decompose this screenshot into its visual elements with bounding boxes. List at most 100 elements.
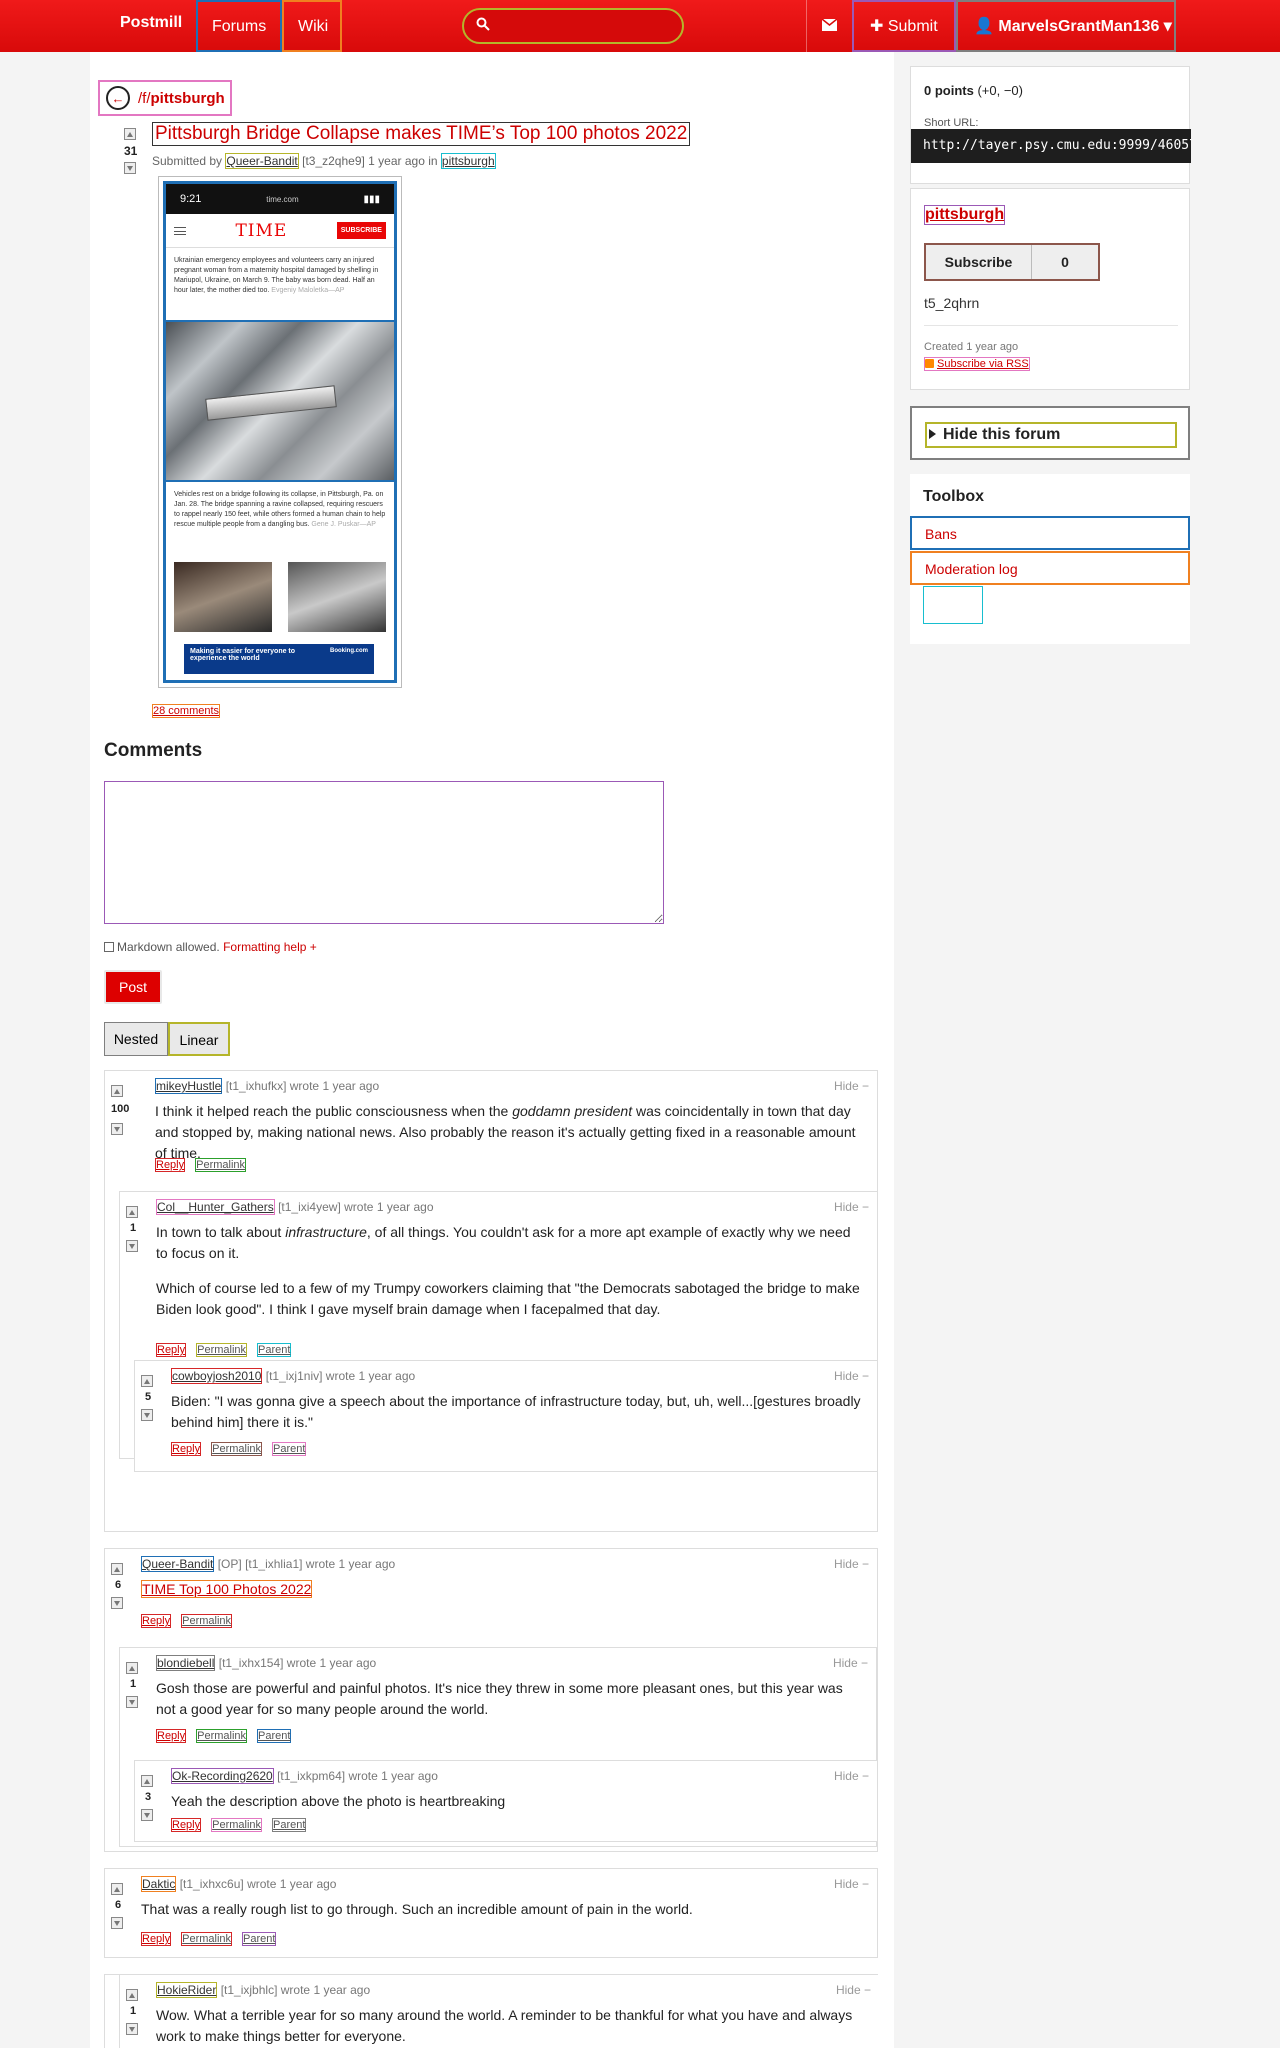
comment-age: 1 year ago bbox=[338, 1557, 396, 1571]
comment-score: 6 bbox=[115, 1579, 122, 1591]
comments-count-link[interactable]: 28 comments bbox=[152, 704, 221, 718]
reply-link[interactable]: Reply bbox=[156, 1343, 187, 1357]
reply-link[interactable]: Reply bbox=[156, 1729, 187, 1743]
sidebar-forum-link[interactable]: pittsburgh bbox=[924, 205, 1006, 225]
reply-link[interactable]: Reply bbox=[155, 1158, 186, 1172]
permalink-link[interactable]: Permalink bbox=[196, 1729, 248, 1743]
hide-comment-link[interactable]: Hide − bbox=[833, 1656, 868, 1670]
comment-textarea[interactable] bbox=[104, 781, 664, 924]
comment-downvote-button[interactable] bbox=[111, 1123, 123, 1135]
hide-comment-link[interactable]: Hide − bbox=[834, 1200, 869, 1214]
submit-button[interactable]: ✚ Submit bbox=[852, 0, 956, 52]
permalink-link[interactable]: Permalink bbox=[181, 1614, 233, 1628]
comment-score: 1 bbox=[130, 2005, 137, 2017]
hide-comment-link[interactable]: Hide − bbox=[834, 1769, 869, 1783]
post-title-link[interactable]: Pittsburgh Bridge Collapse makes TIME’s … bbox=[152, 122, 691, 146]
comment-upvote-button[interactable] bbox=[141, 1775, 153, 1787]
comment-actions: Reply Permalink bbox=[155, 1158, 256, 1172]
comment-author-link[interactable]: Queer-Bandit bbox=[141, 1556, 215, 1572]
reply-link[interactable]: Reply bbox=[171, 1442, 202, 1456]
reply-link[interactable]: Reply bbox=[141, 1932, 172, 1946]
comment-author-link[interactable]: mikeyHustle bbox=[155, 1078, 223, 1094]
user-menu-button[interactable]: 👤 MarvelsGrantMan136 ▾ bbox=[956, 0, 1176, 52]
comment-upvote-button[interactable] bbox=[126, 1989, 138, 2001]
permalink-link[interactable]: Permalink bbox=[195, 1158, 247, 1172]
comment-age: 1 year ago bbox=[381, 1769, 438, 1783]
permalink-link[interactable]: Permalink bbox=[196, 1343, 248, 1357]
bans-link[interactable]: Bans bbox=[910, 516, 1190, 550]
post-comment-button[interactable]: Post bbox=[104, 970, 162, 1004]
comment-downvote-button[interactable] bbox=[111, 1917, 123, 1929]
divider bbox=[924, 325, 1178, 326]
comment-upvote-button[interactable] bbox=[126, 1206, 138, 1218]
permalink-link[interactable]: Permalink bbox=[211, 1818, 263, 1832]
toolbox-empty-slot[interactable] bbox=[923, 586, 983, 624]
comment-downvote-button[interactable] bbox=[141, 1409, 153, 1421]
comment-thread: 100 mikeyHustle [t1_ixhufkx] wrote 1 yea… bbox=[104, 1070, 878, 1532]
signal-icon: ▮▮▮ bbox=[363, 193, 380, 205]
comment-upvote-button[interactable] bbox=[111, 1883, 123, 1895]
comment-reply: 1 Col__Hunter_Gathers [t1_ixi4yew] wrote… bbox=[119, 1191, 878, 1472]
hide-comment-link[interactable]: Hide − bbox=[834, 1557, 869, 1571]
comment-upvote-button[interactable] bbox=[141, 1375, 153, 1387]
parent-link[interactable]: Parent bbox=[257, 1729, 292, 1743]
back-to-forum-link[interactable]: ← /f/pittsburgh bbox=[98, 80, 232, 116]
subscribe-group: Subscribe 0 bbox=[924, 243, 1100, 281]
permalink-link[interactable]: Permalink bbox=[181, 1932, 233, 1946]
view-linear-button[interactable]: Linear bbox=[168, 1022, 230, 1056]
comment-id: [t1_ixhufkx] bbox=[225, 1079, 287, 1093]
comment-downvote-button[interactable] bbox=[126, 1696, 138, 1708]
reply-link[interactable]: Reply bbox=[141, 1614, 172, 1628]
comment-author-link[interactable]: Col__Hunter_Gathers bbox=[156, 1199, 275, 1215]
time-logo: TIME bbox=[235, 220, 288, 241]
parent-link[interactable]: Parent bbox=[242, 1932, 277, 1946]
comment-author-link[interactable]: HokieRider bbox=[156, 1982, 218, 1998]
post-upvote-button[interactable] bbox=[124, 128, 136, 140]
menu-icon bbox=[174, 226, 186, 235]
comment-upvote-button[interactable] bbox=[111, 1563, 123, 1575]
hide-comment-link[interactable]: Hide − bbox=[834, 1079, 869, 1093]
comment-author-link[interactable]: Ok-Recording2620 bbox=[171, 1768, 274, 1784]
post-forum-link[interactable]: pittsburgh bbox=[440, 153, 496, 169]
parent-link[interactable]: Parent bbox=[272, 1442, 307, 1456]
hide-comment-link[interactable]: Hide − bbox=[834, 1369, 869, 1383]
nav-forums-link[interactable]: Forums bbox=[196, 0, 282, 52]
reply-link[interactable]: Reply bbox=[171, 1818, 202, 1832]
view-nested-button[interactable]: Nested bbox=[104, 1022, 168, 1056]
moderation-log-link[interactable]: Moderation log bbox=[910, 551, 1190, 585]
comment-upvote-button[interactable] bbox=[126, 1662, 138, 1674]
subscribe-button[interactable]: Subscribe bbox=[926, 245, 1032, 279]
comment-score: 5 bbox=[145, 1391, 152, 1403]
parent-link[interactable]: Parent bbox=[257, 1343, 292, 1357]
permalink-link[interactable]: Permalink bbox=[211, 1442, 263, 1456]
short-url-field[interactable]: http://tayer.psy.cmu.edu:9999/46057 bbox=[911, 129, 1191, 163]
post-thumbnail-link[interactable]: 9:21 time.com ▮▮▮ TIME SUBSCRIBE Ukraini… bbox=[158, 176, 402, 688]
time-top100-link[interactable]: TIME Top 100 Photos 2022 bbox=[141, 1580, 313, 1598]
comment-author-link[interactable]: Daktic bbox=[141, 1876, 177, 1892]
triangle-right-icon bbox=[929, 429, 936, 439]
wrote-label: wrote bbox=[325, 1369, 356, 1383]
post-author-link[interactable]: Queer-Bandit bbox=[225, 153, 299, 169]
comment-downvote-button[interactable] bbox=[126, 1240, 138, 1252]
hide-comment-link[interactable]: Hide − bbox=[836, 1983, 871, 1997]
hide-comment-link[interactable]: Hide − bbox=[834, 1877, 869, 1891]
comment-downvote-button[interactable] bbox=[126, 2023, 138, 2035]
messages-button[interactable] bbox=[806, 0, 852, 52]
comment-downvote-button[interactable] bbox=[111, 1597, 123, 1609]
toolbox-heading: Toolbox bbox=[923, 488, 985, 505]
nav-wiki-link[interactable]: Wiki bbox=[282, 0, 342, 52]
comment-downvote-button[interactable] bbox=[141, 1809, 153, 1821]
top-navbar: Postmill Forums Wiki ✚ Submit 👤 MarvelsG… bbox=[0, 0, 1280, 52]
markdown-checkbox[interactable] bbox=[104, 942, 114, 952]
comment-author-link[interactable]: blondiebell bbox=[156, 1655, 216, 1671]
parent-link[interactable]: Parent bbox=[272, 1818, 307, 1832]
comment-upvote-button[interactable] bbox=[111, 1085, 123, 1097]
post-downvote-button[interactable] bbox=[124, 162, 136, 174]
rss-link[interactable]: Subscribe via RSS bbox=[924, 357, 1030, 371]
search-input[interactable] bbox=[462, 8, 684, 44]
comment-author-link[interactable]: cowboyjosh2010 bbox=[171, 1368, 263, 1384]
hide-forum-toggle[interactable]: Hide this forum bbox=[925, 422, 1177, 448]
brand-link[interactable]: Postmill bbox=[120, 14, 182, 32]
points-value: 0 points bbox=[924, 83, 974, 98]
formatting-help-link[interactable]: Formatting help + bbox=[223, 940, 317, 954]
